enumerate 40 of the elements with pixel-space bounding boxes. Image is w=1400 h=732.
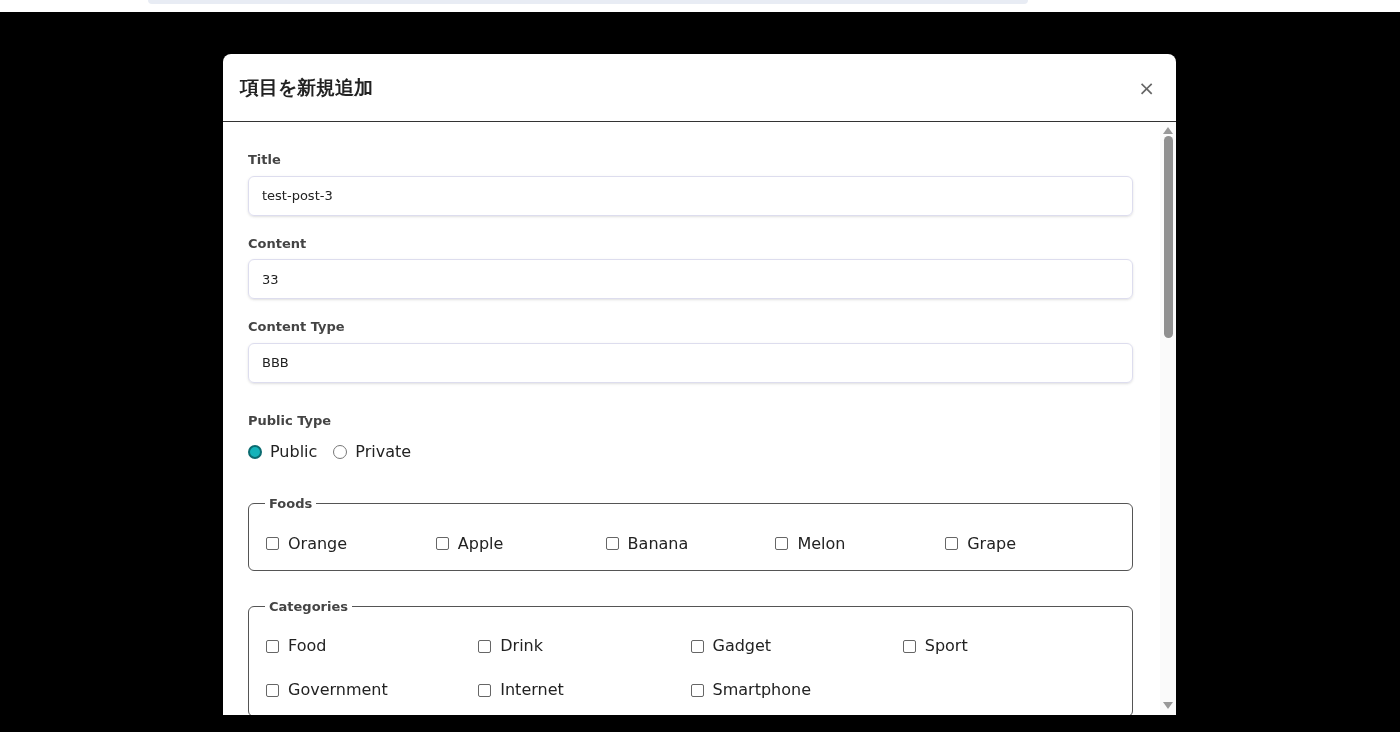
- checkbox-label[interactable]: Internet: [500, 678, 564, 702]
- close-button[interactable]: ×: [1134, 77, 1159, 98]
- checkbox-label[interactable]: Drink: [500, 634, 543, 658]
- checkbox[interactable]: [478, 683, 492, 697]
- checkbox-label[interactable]: Smartphone: [712, 678, 811, 702]
- field-label: Title: [248, 151, 282, 169]
- radio-label[interactable]: Private: [355, 440, 412, 464]
- scrollbar[interactable]: [1160, 122, 1176, 715]
- checkbox-label[interactable]: Government: [288, 678, 388, 702]
- checkbox[interactable]: [775, 537, 789, 550]
- checkbox[interactable]: [945, 537, 959, 550]
- checkbox-label[interactable]: Grape: [967, 531, 1016, 556]
- field-label: Public Type: [248, 411, 333, 430]
- text-field[interactable]: test-post-3: [248, 175, 1133, 216]
- checkbox[interactable]: [690, 639, 704, 653]
- checkbox[interactable]: [266, 537, 279, 550]
- checkbox-label[interactable]: Orange: [288, 531, 348, 556]
- dialog-title: 項目を新規追加: [240, 75, 373, 101]
- text-field[interactable]: BBB: [248, 342, 1133, 383]
- checkbox[interactable]: [266, 639, 279, 653]
- checkbox[interactable]: [266, 683, 279, 697]
- checkbox-label[interactable]: Melon: [797, 531, 846, 556]
- radio-button[interactable]: [248, 445, 262, 459]
- radio-button[interactable]: [333, 445, 348, 459]
- checkbox-label[interactable]: Gadget: [712, 634, 772, 658]
- group-legend: Foods: [265, 494, 317, 514]
- checkbox[interactable]: [902, 639, 916, 653]
- checkbox[interactable]: [435, 537, 449, 550]
- checkbox-label[interactable]: Food: [288, 634, 327, 658]
- checkbox-label[interactable]: Apple: [457, 531, 504, 556]
- radio-label[interactable]: Public: [270, 440, 318, 464]
- checkbox-label[interactable]: Sport: [924, 634, 968, 658]
- checkbox-label[interactable]: Banana: [627, 531, 689, 556]
- group-legend: Categories: [265, 596, 352, 616]
- checkbox[interactable]: [605, 537, 619, 550]
- checkbox[interactable]: [690, 683, 704, 697]
- checkbox[interactable]: [478, 639, 492, 653]
- text-field[interactable]: 33: [248, 259, 1133, 299]
- field-label: Content Type: [248, 318, 346, 336]
- field-label: Content: [248, 234, 308, 253]
